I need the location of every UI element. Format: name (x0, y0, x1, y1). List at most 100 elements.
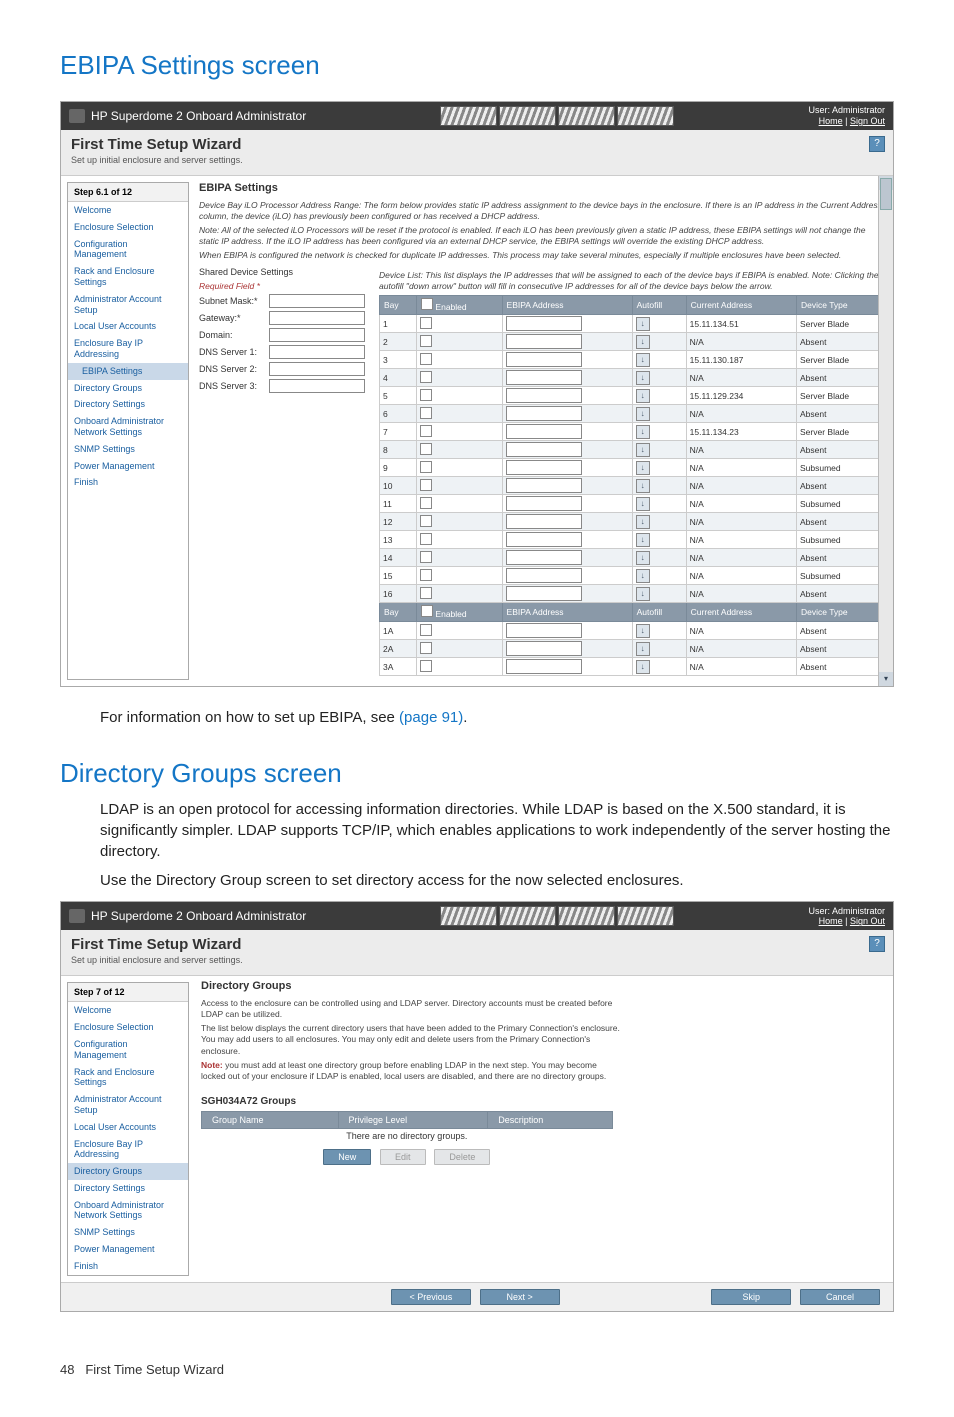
help-button[interactable]: ? (869, 136, 885, 152)
autofill-button[interactable]: ↓ (636, 479, 650, 493)
enabled-checkbox[interactable] (420, 624, 432, 636)
sidebar-item[interactable]: Enclosure Selection (68, 1019, 188, 1036)
sidebar-item[interactable]: Finish (68, 474, 188, 491)
subnet-input[interactable] (269, 294, 365, 308)
enable-all-checkbox[interactable] (421, 298, 433, 310)
scroll-down-icon[interactable]: ▾ (879, 672, 893, 686)
signout-link[interactable]: Sign Out (850, 116, 885, 126)
sidebar-item[interactable]: Power Management (68, 458, 188, 475)
sidebar-item[interactable]: Directory Groups (68, 380, 188, 397)
dns1-input[interactable] (269, 345, 365, 359)
enabled-checkbox[interactable] (420, 407, 432, 419)
enabled-checkbox[interactable] (420, 425, 432, 437)
sidebar-item[interactable]: Welcome (68, 202, 188, 219)
enabled-checkbox[interactable] (420, 551, 432, 563)
sidebar-item[interactable]: Directory Groups (68, 1163, 188, 1180)
cancel-button[interactable]: Cancel (800, 1289, 880, 1305)
ebipa-address-input[interactable] (506, 478, 582, 493)
ebipa-address-input[interactable] (506, 442, 582, 457)
sidebar-item[interactable]: Onboard Administrator Network Settings (68, 1197, 188, 1225)
sidebar-item[interactable]: Administrator Account Setup (68, 291, 188, 319)
autofill-button[interactable]: ↓ (636, 587, 650, 601)
enabled-checkbox[interactable] (420, 642, 432, 654)
enable-all-checkbox[interactable] (421, 605, 433, 617)
ebipa-address-input[interactable] (506, 424, 582, 439)
enabled-checkbox[interactable] (420, 389, 432, 401)
enabled-checkbox[interactable] (420, 533, 432, 545)
sidebar-item[interactable]: Directory Settings (68, 1180, 188, 1197)
autofill-button[interactable]: ↓ (636, 515, 650, 529)
enabled-checkbox[interactable] (420, 353, 432, 365)
prev-button[interactable]: < Previous (391, 1289, 471, 1305)
autofill-button[interactable]: ↓ (636, 353, 650, 367)
enabled-checkbox[interactable] (420, 660, 432, 672)
autofill-button[interactable]: ↓ (636, 660, 650, 674)
sidebar-item[interactable]: Configuration Management (68, 236, 188, 264)
sidebar-item[interactable]: Onboard Administrator Network Settings (68, 413, 188, 441)
signout-link[interactable]: Sign Out (850, 916, 885, 926)
sidebar-item[interactable]: Welcome (68, 1002, 188, 1019)
dns2-input[interactable] (269, 362, 365, 376)
domain-input[interactable] (269, 328, 365, 342)
home-link[interactable]: Home (819, 916, 843, 926)
ebipa-address-input[interactable] (506, 586, 582, 601)
enabled-checkbox[interactable] (420, 587, 432, 599)
sidebar-item[interactable]: Enclosure Bay IP Addressing (68, 1136, 188, 1164)
help-button[interactable]: ? (869, 936, 885, 952)
sidebar-item[interactable]: Enclosure Selection (68, 219, 188, 236)
next-button[interactable]: Next > (480, 1289, 560, 1305)
autofill-button[interactable]: ↓ (636, 551, 650, 565)
delete-button[interactable]: Delete (434, 1149, 490, 1165)
sidebar-item[interactable]: Rack and Enclosure Settings (68, 263, 188, 291)
sidebar-item[interactable]: Rack and Enclosure Settings (68, 1064, 188, 1092)
sidebar-item[interactable]: Power Management (68, 1241, 188, 1258)
scroll-thumb[interactable] (880, 178, 892, 210)
new-button[interactable]: New (323, 1149, 371, 1165)
enabled-checkbox[interactable] (420, 317, 432, 329)
ebipa-address-input[interactable] (506, 568, 582, 583)
autofill-button[interactable]: ↓ (636, 461, 650, 475)
ebipa-address-input[interactable] (506, 532, 582, 547)
home-link[interactable]: Home (819, 116, 843, 126)
enabled-checkbox[interactable] (420, 497, 432, 509)
ebipa-address-input[interactable] (506, 659, 582, 674)
dns3-input[interactable] (269, 379, 365, 393)
enabled-checkbox[interactable] (420, 371, 432, 383)
ebipa-address-input[interactable] (506, 550, 582, 565)
sidebar-item[interactable]: Enclosure Bay IP Addressing (68, 335, 188, 363)
sidebar-item[interactable]: Local User Accounts (68, 1119, 188, 1136)
ebipa-address-input[interactable] (506, 388, 582, 403)
enabled-checkbox[interactable] (420, 569, 432, 581)
sidebar-item[interactable]: SNMP Settings (68, 441, 188, 458)
sidebar-item[interactable]: EBIPA Settings (68, 363, 188, 380)
autofill-button[interactable]: ↓ (636, 371, 650, 385)
scrollbar[interactable]: ▴ ▾ (878, 176, 893, 686)
enabled-checkbox[interactable] (420, 461, 432, 473)
autofill-button[interactable]: ↓ (636, 389, 650, 403)
ebipa-address-input[interactable] (506, 352, 582, 367)
autofill-button[interactable]: ↓ (636, 497, 650, 511)
ebipa-address-input[interactable] (506, 496, 582, 511)
ebipa-address-input[interactable] (506, 370, 582, 385)
autofill-button[interactable]: ↓ (636, 624, 650, 638)
edit-button[interactable]: Edit (380, 1149, 426, 1165)
sidebar-item[interactable]: Configuration Management (68, 1036, 188, 1064)
sidebar-item[interactable]: Administrator Account Setup (68, 1091, 188, 1119)
page-91-link[interactable]: (page 91) (399, 709, 463, 726)
ebipa-address-input[interactable] (506, 460, 582, 475)
ebipa-address-input[interactable] (506, 641, 582, 656)
skip-button[interactable]: Skip (711, 1289, 791, 1305)
ebipa-address-input[interactable] (506, 334, 582, 349)
autofill-button[interactable]: ↓ (636, 317, 650, 331)
autofill-button[interactable]: ↓ (636, 533, 650, 547)
autofill-button[interactable]: ↓ (636, 569, 650, 583)
ebipa-address-input[interactable] (506, 623, 582, 638)
autofill-button[interactable]: ↓ (636, 335, 650, 349)
enabled-checkbox[interactable] (420, 443, 432, 455)
ebipa-address-input[interactable] (506, 406, 582, 421)
ebipa-address-input[interactable] (506, 316, 582, 331)
enabled-checkbox[interactable] (420, 515, 432, 527)
autofill-button[interactable]: ↓ (636, 642, 650, 656)
ebipa-address-input[interactable] (506, 514, 582, 529)
gateway-input[interactable] (269, 311, 365, 325)
